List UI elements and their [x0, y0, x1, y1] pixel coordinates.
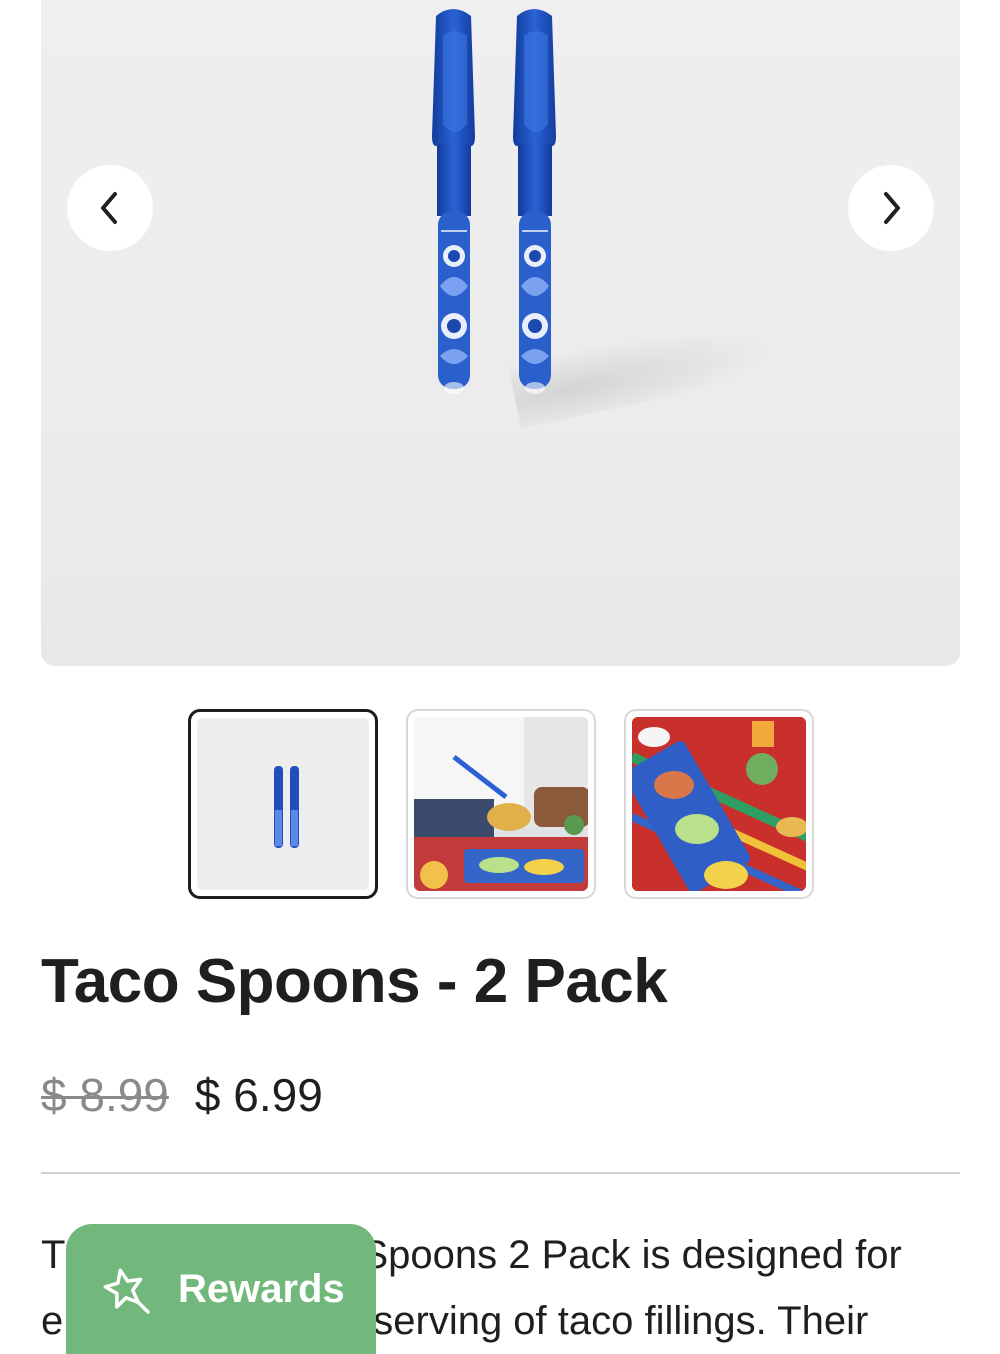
taco-spoons-image: [432, 9, 556, 394]
description-line1-start: T: [41, 1233, 66, 1277]
product-title: Taco Spoons - 2 Pack: [41, 947, 668, 1016]
thumbnail-taco-bar-image: [632, 717, 806, 891]
original-price: $ 8.99: [41, 1069, 169, 1121]
gallery-prev-button[interactable]: [67, 165, 153, 251]
product-main-image: [41, 0, 960, 666]
description-line2: serving of taco fillings. Their: [373, 1299, 869, 1343]
chevron-left-icon: [101, 192, 117, 224]
chevron-right-icon: [884, 192, 900, 224]
rewards-button[interactable]: Rewards: [66, 1224, 376, 1354]
thumbnail-serving-tacos-image: [414, 717, 588, 891]
price-row: $ 8.99 $ 6.99: [41, 1068, 323, 1122]
sale-price: $ 6.99: [194, 1069, 323, 1121]
description-line1: Spoons 2 Pack is designed for: [361, 1233, 902, 1277]
gallery-next-button[interactable]: [848, 165, 934, 251]
thumbnail-spoons-image: [274, 766, 299, 848]
description-line2-start: e: [41, 1299, 64, 1343]
thumbnail-strip: [188, 709, 814, 899]
rewards-label: Rewards: [178, 1267, 345, 1311]
star-icon: [103, 1268, 150, 1314]
thumbnail-spoons[interactable]: [188, 709, 378, 899]
thumbnail-taco-bar[interactable]: [624, 709, 814, 899]
thumbnail-serving-tacos[interactable]: [406, 709, 596, 899]
divider: [41, 1172, 960, 1174]
